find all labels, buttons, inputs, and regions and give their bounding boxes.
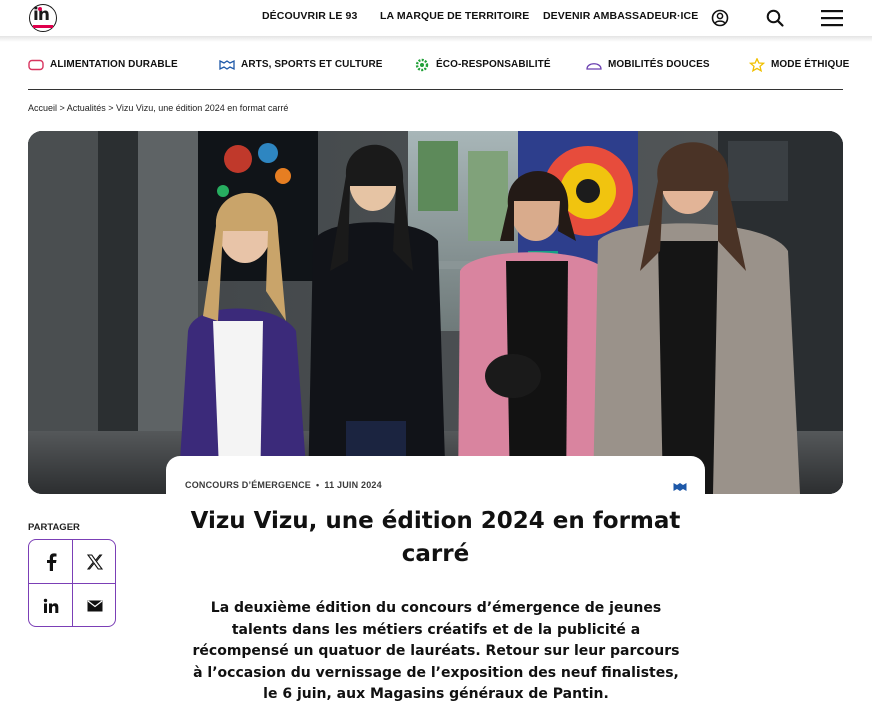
category-label: ALIMENTATION DURABLE <box>50 58 178 70</box>
category-label: MOBILITÉS DOUCES <box>608 58 710 70</box>
linkedin-icon <box>43 598 58 613</box>
x-icon <box>86 553 103 570</box>
category-mode[interactable]: MODE ÉTHIQUE <box>748 57 850 73</box>
share-email-button[interactable] <box>73 584 115 626</box>
menu-icon[interactable] <box>820 8 844 28</box>
share-label: PARTAGER <box>28 522 80 533</box>
category-mobilites[interactable]: MOBILITÉS DOUCES <box>586 57 710 71</box>
hero-photo <box>28 131 843 494</box>
search-icon[interactable] <box>765 8 785 28</box>
email-icon <box>87 600 102 611</box>
share-facebook-button[interactable] <box>29 540 72 583</box>
logo-underline <box>33 25 53 28</box>
breadcrumb[interactable]: Accueil > Actualités > Vizu Vizu, une éd… <box>28 103 288 113</box>
category-label: ÉCO-RESPONSABILITÉ <box>436 58 551 70</box>
category-alimentation[interactable]: ALIMENTATION DURABLE <box>28 57 178 71</box>
hero-photo-illustration <box>28 131 843 494</box>
category-label: ARTS, SPORTS ET CULTURE <box>241 58 383 70</box>
nav-decouvrir[interactable]: DÉCOUVRIR LE 93 <box>262 10 357 22</box>
category-arts[interactable]: ARTS, SPORTS ET CULTURE <box>219 57 383 71</box>
culture-icon <box>219 58 235 71</box>
share-x-button[interactable] <box>73 540 115 583</box>
article-lead: La deuxième édition du concours d’émerge… <box>192 600 680 702</box>
meta-separator: • <box>316 480 320 490</box>
category-eco[interactable]: ÉCO-RESPONSABILITÉ <box>414 57 551 72</box>
category-bar: ALIMENTATION DURABLE ARTS, SPORTS ET CUL… <box>0 44 872 80</box>
article-card <box>166 456 705 496</box>
category-label: MODE ÉTHIQUE <box>771 58 850 70</box>
article-date: 11 JUIN 2024 <box>324 480 382 490</box>
nav-marque[interactable]: LA MARQUE DE TERRITOIRE <box>380 10 529 22</box>
category-divider <box>28 89 843 90</box>
header-shadow <box>0 36 872 42</box>
share-buttons <box>28 539 116 627</box>
article-title: Vizu Vizu, une édition 2024 en format ca… <box>190 508 681 567</box>
star-icon <box>748 57 766 73</box>
nav-ambassadeur[interactable]: DEVENIR AMBASSADEUR·ICE <box>543 10 698 22</box>
mobility-icon <box>586 58 602 70</box>
article-meta: CONCOURS D’ÉMERGENCE • 11 JUIN 2024 <box>185 480 382 490</box>
food-icon <box>28 58 44 71</box>
site-header: in DÉCOUVRIR LE 93 LA MARQUE DE TERRITOI… <box>0 0 872 36</box>
article-category[interactable]: CONCOURS D’ÉMERGENCE <box>185 480 311 490</box>
facebook-icon <box>46 552 56 571</box>
share-linkedin-button[interactable] <box>29 584 72 626</box>
site-logo[interactable]: in <box>29 4 57 32</box>
eco-icon <box>414 58 430 72</box>
account-icon[interactable] <box>710 8 730 28</box>
culture-icon <box>673 479 687 491</box>
logo-dot <box>38 7 42 11</box>
